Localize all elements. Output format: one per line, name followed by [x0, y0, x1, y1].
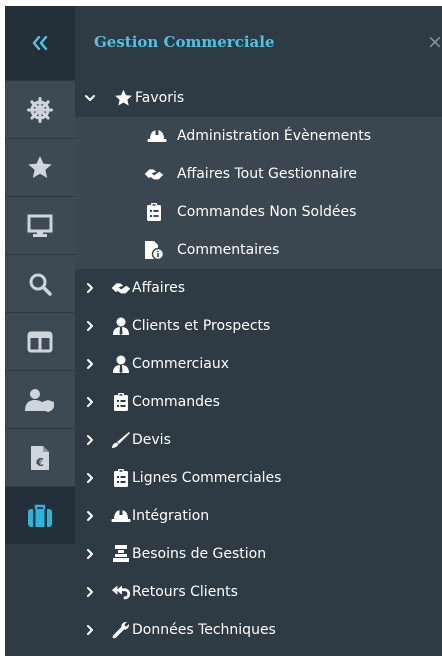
- tree-item-besoins-de-gestion[interactable]: Besoins de Gestion: [75, 535, 442, 573]
- tree-item-label: Devis: [132, 432, 171, 448]
- clipboard-list-icon: [111, 392, 131, 412]
- handshake-icon: [144, 164, 164, 184]
- chevron-right-icon[interactable]: [84, 624, 96, 636]
- svg-text:€: €: [35, 456, 44, 469]
- panel-title: Gestion Commerciale: [94, 33, 275, 51]
- rail-item-dashboard[interactable]: [5, 80, 75, 138]
- tree-item-favoris[interactable]: Favoris: [75, 79, 442, 117]
- clipboard-list-icon: [111, 468, 131, 488]
- user-tie-icon: [111, 354, 131, 374]
- chevron-right-icon[interactable]: [84, 548, 96, 560]
- tree-item-label: Favoris: [135, 90, 185, 106]
- favorite-item-affaires-tout-gestionnaire[interactable]: Affaires Tout Gestionnaire: [75, 155, 442, 193]
- double-chevron-left-icon: [32, 36, 48, 50]
- chevron-right-icon[interactable]: [84, 320, 96, 332]
- tree-item-commandes[interactable]: Commandes: [75, 383, 442, 421]
- rail-item-screen[interactable]: [5, 196, 75, 254]
- rail-item-layout[interactable]: [5, 312, 75, 370]
- euro-document-icon: €: [31, 445, 49, 470]
- icon-rail: €: [5, 6, 75, 656]
- chevron-right-icon[interactable]: [84, 282, 96, 294]
- hard-hat-icon: [147, 126, 167, 146]
- star-icon: [28, 156, 52, 178]
- tree-item-label: Intégration: [132, 508, 210, 524]
- tree-item-label: Commandes: [132, 394, 220, 410]
- tree-item-clients-et-prospects[interactable]: Clients et Prospects: [75, 307, 442, 345]
- tree-item-label: Clients et Prospects: [132, 318, 271, 334]
- ship-wheel-icon: [27, 96, 53, 123]
- navigation-app: € Gestion Commerciale × Favoris Administ…: [5, 6, 442, 656]
- favorite-item-administration-evenements[interactable]: Administration Évènements: [75, 117, 442, 155]
- tree-item-label: Données Techniques: [132, 622, 276, 638]
- favorite-item-label: Affaires Tout Gestionnaire: [177, 166, 358, 182]
- wrench-icon: [111, 620, 131, 640]
- tree-item-integration[interactable]: Intégration: [75, 497, 442, 535]
- tree-item-commerciaux[interactable]: Commerciaux: [75, 345, 442, 383]
- columns-icon: [27, 331, 53, 352]
- chevron-right-icon[interactable]: [84, 586, 96, 598]
- chevron-right-icon[interactable]: [84, 510, 96, 522]
- briefcase-icon: [28, 504, 52, 527]
- rail-item-invoices[interactable]: €: [5, 428, 75, 486]
- search-icon: [29, 273, 52, 296]
- stacked-layers-icon: [111, 544, 131, 564]
- handshake-icon: [111, 278, 131, 298]
- tree-item-label: Commerciaux: [132, 356, 230, 372]
- tree-panel: Gestion Commerciale × Favoris Administra…: [75, 6, 442, 656]
- star-icon: [113, 88, 133, 108]
- monitor-icon: [27, 214, 53, 237]
- user-tie-icon: [111, 316, 131, 336]
- rail-item-commercial[interactable]: [5, 486, 75, 544]
- return-arrow-icon: [111, 582, 131, 602]
- favorite-item-commandes-non-soldees[interactable]: Commandes Non Soldées: [75, 193, 442, 231]
- tree-item-affaires[interactable]: Affaires: [75, 269, 442, 307]
- panel-header: Gestion Commerciale ×: [75, 6, 442, 80]
- pen-icon: [111, 430, 131, 450]
- chevron-right-icon[interactable]: [84, 358, 96, 370]
- favorite-item-label: Commentaires: [177, 242, 280, 258]
- rail-filler: [5, 544, 75, 656]
- chevron-down-icon[interactable]: [84, 92, 96, 104]
- tree-item-label: Retours Clients: [132, 584, 238, 600]
- rail-item-favorites[interactable]: [5, 138, 75, 196]
- chevron-right-icon[interactable]: [84, 472, 96, 484]
- chevron-right-icon[interactable]: [84, 396, 96, 408]
- rail-item-search[interactable]: [5, 254, 75, 312]
- hard-hat-icon: [111, 506, 131, 526]
- clipboard-list-icon: [144, 202, 164, 222]
- file-info-icon: [144, 240, 164, 260]
- menu-tree: Favoris Administration Évènements Affair…: [75, 79, 442, 649]
- favorite-item-label: Administration Évènements: [177, 128, 372, 144]
- collapse-rail-button[interactable]: [5, 6, 75, 80]
- favorite-item-label: Commandes Non Soldées: [177, 204, 357, 220]
- chevron-right-icon[interactable]: [84, 434, 96, 446]
- tree-item-label: Lignes Commerciales: [132, 470, 282, 486]
- tree-item-label: Besoins de Gestion: [132, 546, 267, 562]
- tree-item-lignes-commerciales[interactable]: Lignes Commerciales: [75, 459, 442, 497]
- user-shield-icon: [25, 388, 54, 412]
- rail-item-users[interactable]: [5, 370, 75, 428]
- tree-item-donnees-techniques[interactable]: Données Techniques: [75, 611, 442, 649]
- favorite-item-commentaires[interactable]: Commentaires: [75, 231, 442, 269]
- tree-item-devis[interactable]: Devis: [75, 421, 442, 459]
- tree-item-label: Affaires: [132, 280, 186, 296]
- close-icon[interactable]: ×: [427, 32, 442, 52]
- tree-item-retours-clients[interactable]: Retours Clients: [75, 573, 442, 611]
